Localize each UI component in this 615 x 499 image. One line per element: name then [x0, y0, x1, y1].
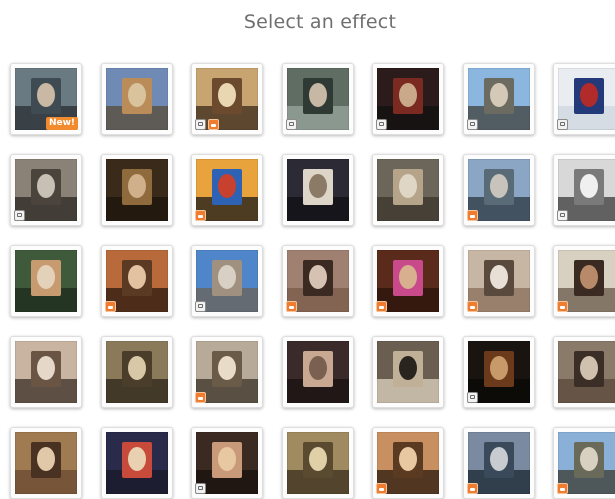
effect-tile[interactable]: [372, 154, 444, 226]
effect-tile[interactable]: [10, 427, 82, 499]
effect-thumbnail: [287, 432, 349, 494]
photo-icon: [557, 210, 568, 221]
effect-thumbnail: [377, 341, 439, 403]
effect-thumbnail: [287, 341, 349, 403]
photo-icon: [195, 483, 206, 494]
effect-tile[interactable]: [282, 427, 354, 499]
print-icon: [105, 301, 116, 312]
effect-tile[interactable]: [372, 427, 444, 499]
effect-thumbnail: [106, 432, 168, 494]
effect-tile[interactable]: [191, 63, 263, 135]
effect-tile[interactable]: [191, 336, 263, 408]
print-icon: [208, 119, 219, 130]
effect-tile[interactable]: [191, 154, 263, 226]
effect-tile[interactable]: [10, 245, 82, 317]
effect-tile[interactable]: [282, 63, 354, 135]
effect-tile[interactable]: [463, 63, 535, 135]
effect-tile[interactable]: [463, 427, 535, 499]
print-icon: [557, 301, 568, 312]
new-badge: New!: [45, 117, 78, 130]
print-icon: [467, 210, 478, 221]
effect-thumbnail: [106, 68, 168, 130]
photo-icon: [467, 392, 478, 403]
effect-thumbnail: [15, 432, 77, 494]
effect-thumbnail: [15, 341, 77, 403]
effect-tile[interactable]: [463, 154, 535, 226]
effect-thumbnail: [15, 250, 77, 312]
effect-thumbnail: [377, 159, 439, 221]
photo-icon: [195, 301, 206, 312]
print-icon: [195, 392, 206, 403]
print-icon: [467, 301, 478, 312]
effect-thumbnail: [287, 159, 349, 221]
effect-tile[interactable]: [372, 245, 444, 317]
effect-tile[interactable]: [282, 245, 354, 317]
print-icon: [557, 483, 568, 494]
photo-icon: [376, 119, 387, 130]
print-icon: [195, 210, 206, 221]
effect-tile[interactable]: New!: [10, 63, 82, 135]
print-icon: [376, 301, 387, 312]
effect-tile[interactable]: [101, 154, 173, 226]
effect-thumbnail: [106, 341, 168, 403]
effect-tile[interactable]: [553, 63, 615, 135]
effect-tile[interactable]: [372, 336, 444, 408]
effect-tile[interactable]: [553, 154, 615, 226]
effect-tile[interactable]: [191, 245, 263, 317]
effect-tile[interactable]: [10, 154, 82, 226]
photo-icon: [286, 119, 297, 130]
photo-icon: [557, 119, 568, 130]
effects-grid: New!: [0, 0, 615, 499]
effect-tile[interactable]: [553, 336, 615, 408]
effect-tile[interactable]: [101, 63, 173, 135]
effect-tile[interactable]: [372, 63, 444, 135]
effect-tile[interactable]: [282, 336, 354, 408]
effect-thumbnail: [106, 159, 168, 221]
effect-tile[interactable]: [463, 245, 535, 317]
photo-icon: [467, 119, 478, 130]
effect-tile[interactable]: [553, 245, 615, 317]
print-icon: [467, 483, 478, 494]
effect-tile[interactable]: [553, 427, 615, 499]
effect-tile[interactable]: [282, 154, 354, 226]
effect-tile[interactable]: [101, 336, 173, 408]
effect-tile[interactable]: [463, 336, 535, 408]
effect-tile[interactable]: [101, 427, 173, 499]
photo-icon: [195, 119, 206, 130]
print-icon: [286, 301, 297, 312]
effect-tile[interactable]: [191, 427, 263, 499]
photo-icon: [14, 210, 25, 221]
print-icon: [376, 483, 387, 494]
effect-tile[interactable]: [10, 336, 82, 408]
effect-thumbnail: [558, 341, 615, 403]
effect-tile[interactable]: [101, 245, 173, 317]
